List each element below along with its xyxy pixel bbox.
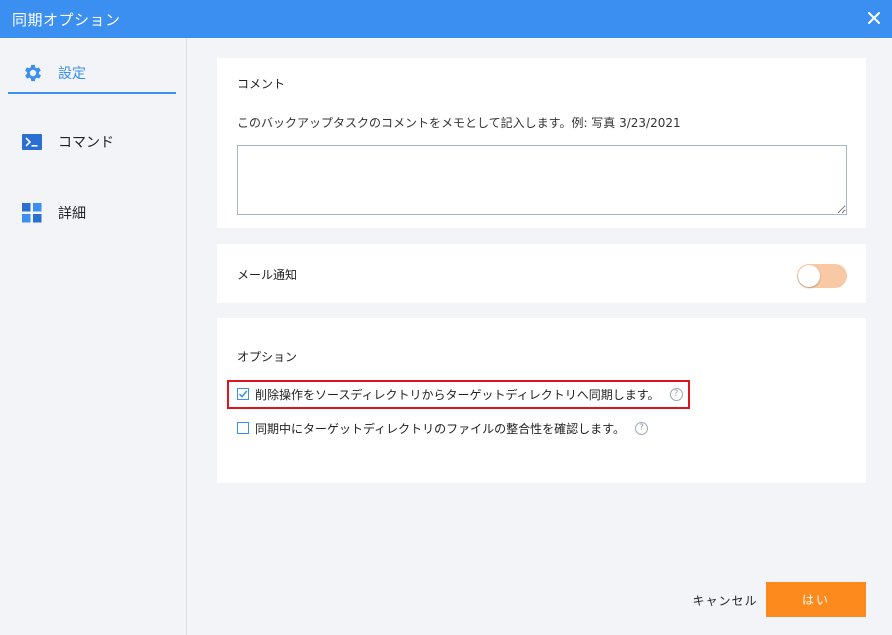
sidebar-item-details[interactable]: 詳細 <box>8 193 176 233</box>
sidebar-item-commands[interactable]: コマンド <box>8 122 176 162</box>
comment-description: このバックアップタスクのコメントをメモとして記入します。例: 写真 3/23/2… <box>237 116 681 130</box>
sidebar-item-label: 詳細 <box>58 206 86 222</box>
sidebar: 設定 コマンド 詳細 <box>0 38 187 635</box>
option-sync-deletions[interactable]: 削除操作をソースディレクトリからターゲットディレクトリへ同期します。 ? <box>237 384 683 404</box>
grid-icon <box>22 202 50 224</box>
comment-input[interactable] <box>237 145 847 215</box>
sidebar-item-label: コマンド <box>58 135 114 151</box>
mail-notification-toggle[interactable] <box>797 264 847 288</box>
verify-integrity-checkbox[interactable] <box>237 422 249 434</box>
gear-icon <box>22 62 50 84</box>
sidebar-item-label: 設定 <box>58 66 86 82</box>
options-section: オプション 削除操作をソースディレクトリからターゲットディレクトリへ同期します。… <box>217 318 866 483</box>
terminal-icon <box>22 131 50 153</box>
sync-deletions-checkbox[interactable] <box>237 388 249 400</box>
mail-notification-label: メール通知 <box>237 268 298 282</box>
help-icon[interactable]: ? <box>669 387 683 401</box>
verify-integrity-label: 同期中にターゲットディレクトリのファイルの整合性を確認します。 <box>255 421 625 436</box>
title-bar: 同期オプション <box>0 0 892 38</box>
window-title: 同期オプション <box>12 11 121 29</box>
help-icon[interactable]: ? <box>634 421 648 435</box>
mail-notification-section: メール通知 <box>217 244 866 303</box>
options-heading: オプション <box>237 350 298 364</box>
comment-section: コメント このバックアップタスクのコメントをメモとして記入します。例: 写真 3… <box>217 58 866 228</box>
close-button[interactable] <box>863 7 885 29</box>
sync-deletions-label: 削除操作をソースディレクトリからターゲットディレクトリへ同期します。 <box>255 387 660 402</box>
cancel-button[interactable]: キャンセル <box>689 588 761 612</box>
ok-button[interactable]: はい <box>766 582 866 617</box>
check-icon <box>238 390 248 398</box>
sidebar-item-settings[interactable]: 設定 <box>8 54 176 94</box>
toggle-knob <box>798 265 820 287</box>
option-verify-integrity[interactable]: 同期中にターゲットディレクトリのファイルの整合性を確認します。 ? <box>237 418 648 438</box>
close-icon <box>868 12 880 24</box>
comment-heading: コメント <box>237 77 286 91</box>
